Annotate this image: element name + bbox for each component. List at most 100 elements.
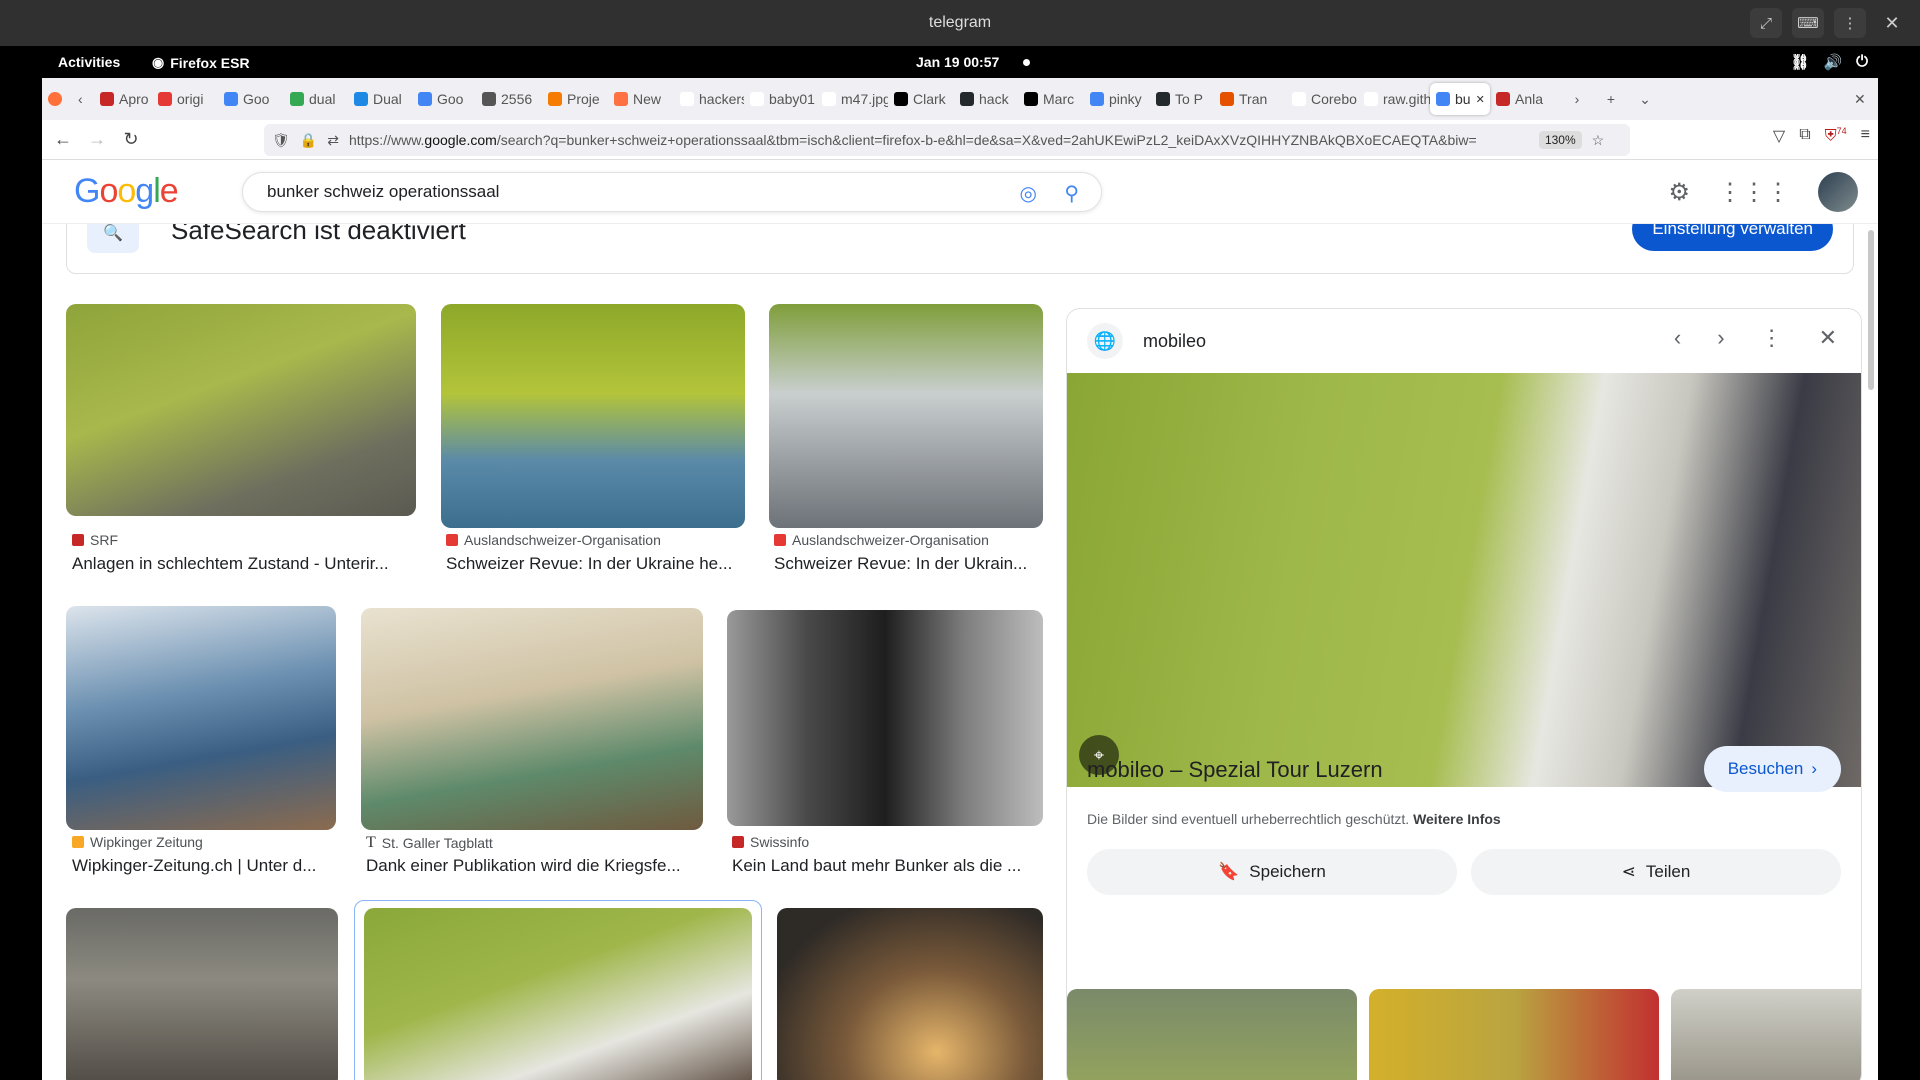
tab[interactable]: Proje — [542, 83, 608, 115]
result-title[interactable]: Kein Land baut mehr Bunker als die ... — [732, 856, 1042, 876]
save-button[interactable]: 🔖 Speichern — [1087, 849, 1457, 895]
tab[interactable]: Corebo — [1286, 83, 1358, 115]
result-source[interactable]: SRF — [72, 532, 118, 548]
related-image[interactable] — [1067, 989, 1357, 1080]
result-image-selected[interactable] — [364, 908, 752, 1080]
share-label: Teilen — [1645, 862, 1691, 881]
tab[interactable]: Goo — [412, 83, 476, 115]
tab[interactable]: hackers — [674, 83, 744, 115]
keyboard-icon[interactable]: ⌨ — [1792, 8, 1824, 38]
result-source[interactable]: Wipkinger Zeitung — [72, 834, 203, 850]
visit-button[interactable]: Besuchen › — [1703, 746, 1841, 792]
url-prefix: https://www. — [348, 132, 425, 148]
result-source[interactable]: Auslandschweizer-Organisation — [774, 532, 989, 548]
tab[interactable]: Dual — [348, 83, 412, 115]
tab-close-icon[interactable]: ✕ — [1476, 93, 1485, 106]
tab[interactable]: raw.gith — [1358, 83, 1430, 115]
result-image[interactable] — [441, 304, 745, 528]
result-title[interactable]: Wipkinger-Zeitung.ch | Unter d... — [72, 856, 334, 876]
result-image[interactable] — [66, 304, 416, 516]
result-title[interactable]: Schweizer Revue: In der Ukrain... — [774, 554, 1044, 574]
tab[interactable]: baby01. — [744, 83, 816, 115]
result-image[interactable] — [66, 606, 336, 830]
result-image[interactable] — [777, 908, 1043, 1080]
tab[interactable]: Goo — [218, 83, 284, 115]
tab-active[interactable]: bu ✕ — [1430, 83, 1490, 115]
result-source[interactable]: Auslandschweizer-Organisation — [446, 532, 661, 548]
result-image[interactable] — [361, 608, 703, 830]
related-image[interactable] — [1369, 989, 1659, 1080]
related-image[interactable] — [1671, 989, 1861, 1080]
result-source[interactable]: T St. Galler Tagblatt — [366, 834, 493, 852]
search-icon[interactable]: ⚲ — [1064, 181, 1079, 206]
url-bar[interactable]: 🛡 🔒 ⇄ https://www.google.com/search?q=bu… — [264, 124, 1630, 156]
google-lens-icon[interactable]: ◎ — [1020, 181, 1037, 206]
tab[interactable]: pinky — [1084, 83, 1150, 115]
result-title[interactable]: Anlagen in schlechtem Zustand - Unterir.… — [72, 554, 412, 574]
volume-icon[interactable]: 🔊 — [1823, 53, 1842, 71]
extensions-icon[interactable]: ⧉ — [1799, 126, 1810, 146]
result-title[interactable]: Dank einer Publikation wird die Kriegsfe… — [366, 856, 702, 876]
result-title[interactable]: Schweizer Revue: In der Ukraine he... — [446, 554, 746, 574]
next-chevron-icon[interactable]: › — [1717, 325, 1724, 351]
pocket-icon[interactable]: ▽ — [1773, 126, 1785, 146]
panel-preview-image[interactable]: ⌖ — [1067, 373, 1861, 787]
tab[interactable]: origi — [152, 83, 218, 115]
browser-close-icon[interactable]: ✕ — [1848, 83, 1878, 115]
page-scrollbar[interactable] — [1868, 230, 1874, 390]
new-tab-icon[interactable]: + — [1594, 83, 1628, 115]
tab-scroll-right-icon[interactable]: › — [1560, 83, 1594, 115]
tab[interactable]: m47.jpg — [816, 83, 888, 115]
tab[interactable]: hack — [954, 83, 1018, 115]
previous-chevron-icon[interactable]: ‹ — [1674, 325, 1681, 351]
tab[interactable]: To P — [1150, 83, 1214, 115]
account-avatar[interactable] — [1818, 172, 1858, 212]
permissions-icon[interactable]: ⇄ — [327, 132, 339, 149]
tab[interactable]: dual — [284, 83, 348, 115]
tab[interactable]: New — [608, 83, 674, 115]
app-menu[interactable]: ◉ Firefox ESR — [152, 54, 250, 71]
url-text[interactable]: https://www.google.com/search?q=bunker+s… — [349, 132, 1529, 148]
power-icon[interactable]: ⏻ — [1856, 53, 1868, 71]
menu-kebab-icon[interactable]: ⋮ — [1834, 8, 1866, 38]
result-source[interactable]: Swissinfo — [732, 834, 809, 850]
lock-icon[interactable]: 🔒 — [300, 132, 317, 149]
panel-title[interactable]: mobileo – Spezial Tour Luzern — [1087, 757, 1383, 783]
google-logo[interactable]: Google — [74, 172, 179, 211]
source-label: Auslandschweizer-Organisation — [464, 532, 661, 548]
firefox-view-button[interactable] — [42, 83, 72, 115]
fullscreen-icon[interactable]: ⤢ — [1750, 8, 1782, 38]
result-image[interactable] — [727, 610, 1043, 826]
tab[interactable]: Clark — [888, 83, 954, 115]
window-close-icon[interactable]: ✕ — [1876, 8, 1908, 38]
tab[interactable]: Anla — [1490, 83, 1560, 115]
tab[interactable]: 2556 — [476, 83, 542, 115]
search-box[interactable]: bunker schweiz operationssaal ◎ ⚲ — [242, 172, 1102, 212]
tab-scroll-left-icon[interactable]: ‹ — [72, 83, 94, 115]
share-button[interactable]: ⋖ Teilen — [1471, 849, 1841, 895]
ublock-icon[interactable]: ⛨74 — [1825, 126, 1847, 146]
search-query[interactable]: bunker schweiz operationssaal — [267, 182, 499, 202]
network-icon[interactable]: ⛓ — [1790, 53, 1809, 71]
reload-icon[interactable]: ↻ — [114, 125, 148, 155]
more-info-link[interactable]: Weitere Infos — [1413, 811, 1501, 827]
result-image[interactable] — [66, 908, 338, 1080]
tab[interactable]: Tran — [1214, 83, 1286, 115]
result-image[interactable] — [769, 304, 1043, 528]
panel-site-name[interactable]: mobileo — [1143, 331, 1206, 352]
bookmark-star-icon[interactable]: ☆ — [1592, 132, 1605, 149]
clock[interactable]: Jan 19 00:57 — [916, 54, 999, 70]
shield-icon[interactable]: 🛡 — [272, 132, 290, 149]
close-icon[interactable]: ✕ — [1819, 325, 1837, 351]
tab[interactable]: Apro — [94, 83, 152, 115]
more-options-icon[interactable]: ⋮ — [1761, 325, 1783, 351]
forward-icon[interactable]: → — [80, 125, 114, 155]
tab[interactable]: Marc — [1018, 83, 1084, 115]
hamburger-menu-icon[interactable]: ≡ — [1861, 126, 1870, 146]
tab-list-chevron-icon[interactable]: ⌄ — [1628, 83, 1662, 115]
back-icon[interactable]: ← — [46, 125, 80, 155]
apps-grid-icon[interactable]: ⋮⋮⋮ — [1718, 178, 1790, 207]
zoom-indicator[interactable]: 130% — [1538, 131, 1582, 149]
activities-button[interactable]: Activities — [58, 54, 120, 70]
settings-gear-icon[interactable]: ⚙ — [1668, 178, 1690, 207]
